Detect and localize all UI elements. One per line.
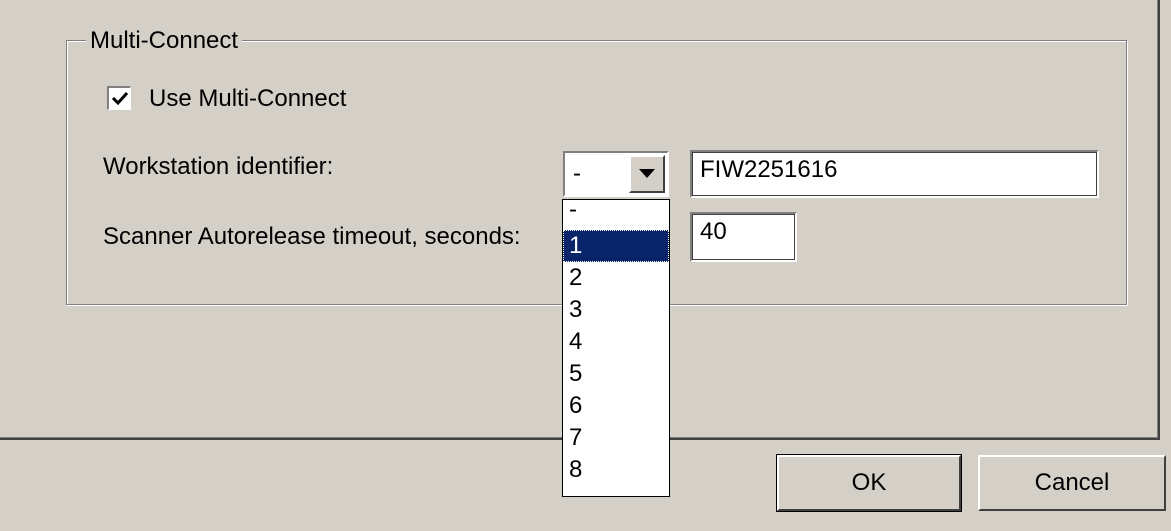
dropdown-option[interactable]: 8 — [563, 454, 669, 486]
dropdown-option[interactable]: 3 — [563, 294, 669, 326]
dropdown-option[interactable]: - — [563, 198, 669, 230]
groupbox-title: Multi-Connect — [86, 27, 243, 55]
autorelease-timeout-input[interactable]: 40 — [690, 212, 797, 262]
workstation-dropdown-list[interactable]: - 1 2 3 4 5 6 7 8 — [562, 198, 670, 497]
dropdown-option[interactable]: 4 — [563, 326, 669, 358]
cancel-button[interactable]: Cancel — [978, 455, 1166, 511]
workstation-identifier-input[interactable]: FIW2251616 — [690, 150, 1099, 198]
dropdown-option[interactable]: 6 — [563, 390, 669, 422]
dropdown-option-highlighted[interactable]: 1 — [563, 230, 669, 262]
ok-button[interactable]: OK — [776, 454, 962, 512]
dropdown-option[interactable]: 2 — [563, 262, 669, 294]
autorelease-timeout-label: Scanner Autorelease timeout, seconds: — [103, 223, 521, 250]
use-multi-connect-checkbox[interactable] — [107, 86, 131, 110]
combo-selected-value: - — [573, 160, 581, 187]
dropdown-option[interactable]: 7 — [563, 422, 669, 454]
use-multi-connect-label[interactable]: Use Multi-Connect — [149, 84, 346, 114]
checkmark-icon — [111, 91, 128, 105]
chevron-down-icon — [639, 169, 655, 178]
workstation-identifier-combo[interactable]: - — [563, 151, 669, 197]
workstation-identifier-label: Workstation identifier: — [103, 153, 334, 180]
dropdown-option[interactable]: 5 — [563, 358, 669, 390]
combo-dropdown-button[interactable] — [629, 155, 665, 193]
